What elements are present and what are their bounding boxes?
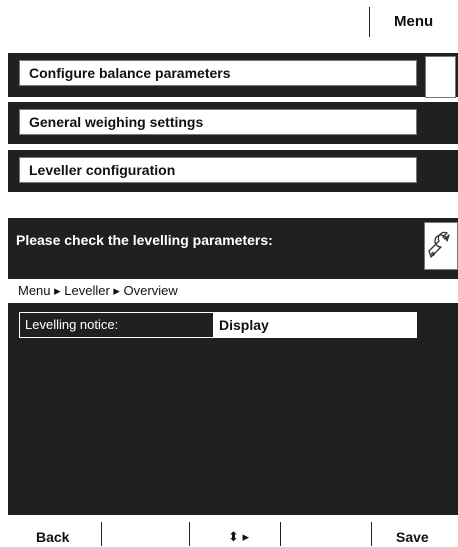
menu-item-general-weighing[interactable]: General weighing settings [19, 109, 417, 135]
softkey-separator [101, 522, 102, 546]
menu-title[interactable]: Menu [394, 13, 433, 30]
softkey-separator [371, 522, 372, 546]
panel-title: Please check the levelling parameters: [16, 232, 273, 248]
back-button[interactable]: Back [36, 529, 69, 545]
menu-item-leveller-config[interactable]: Leveller configuration [19, 157, 417, 183]
setting-label: Levelling notice: [19, 312, 214, 338]
scroll-indicator [425, 56, 456, 98]
settings-button[interactable] [424, 222, 458, 270]
save-button[interactable]: Save [396, 529, 429, 545]
menu-separator [369, 7, 370, 37]
wrench-icon [428, 231, 450, 258]
setting-value[interactable]: Display [219, 312, 269, 338]
menu-item-configure-balance[interactable]: Configure balance parameters [19, 60, 417, 86]
breadcrumb: Menu ▸ Leveller ▸ Overview [18, 283, 178, 298]
leveller-panel [8, 218, 458, 515]
navigate-button[interactable]: ⬍ ▸ [228, 529, 249, 545]
softkey-separator [189, 522, 190, 546]
softkey-separator [280, 522, 281, 546]
